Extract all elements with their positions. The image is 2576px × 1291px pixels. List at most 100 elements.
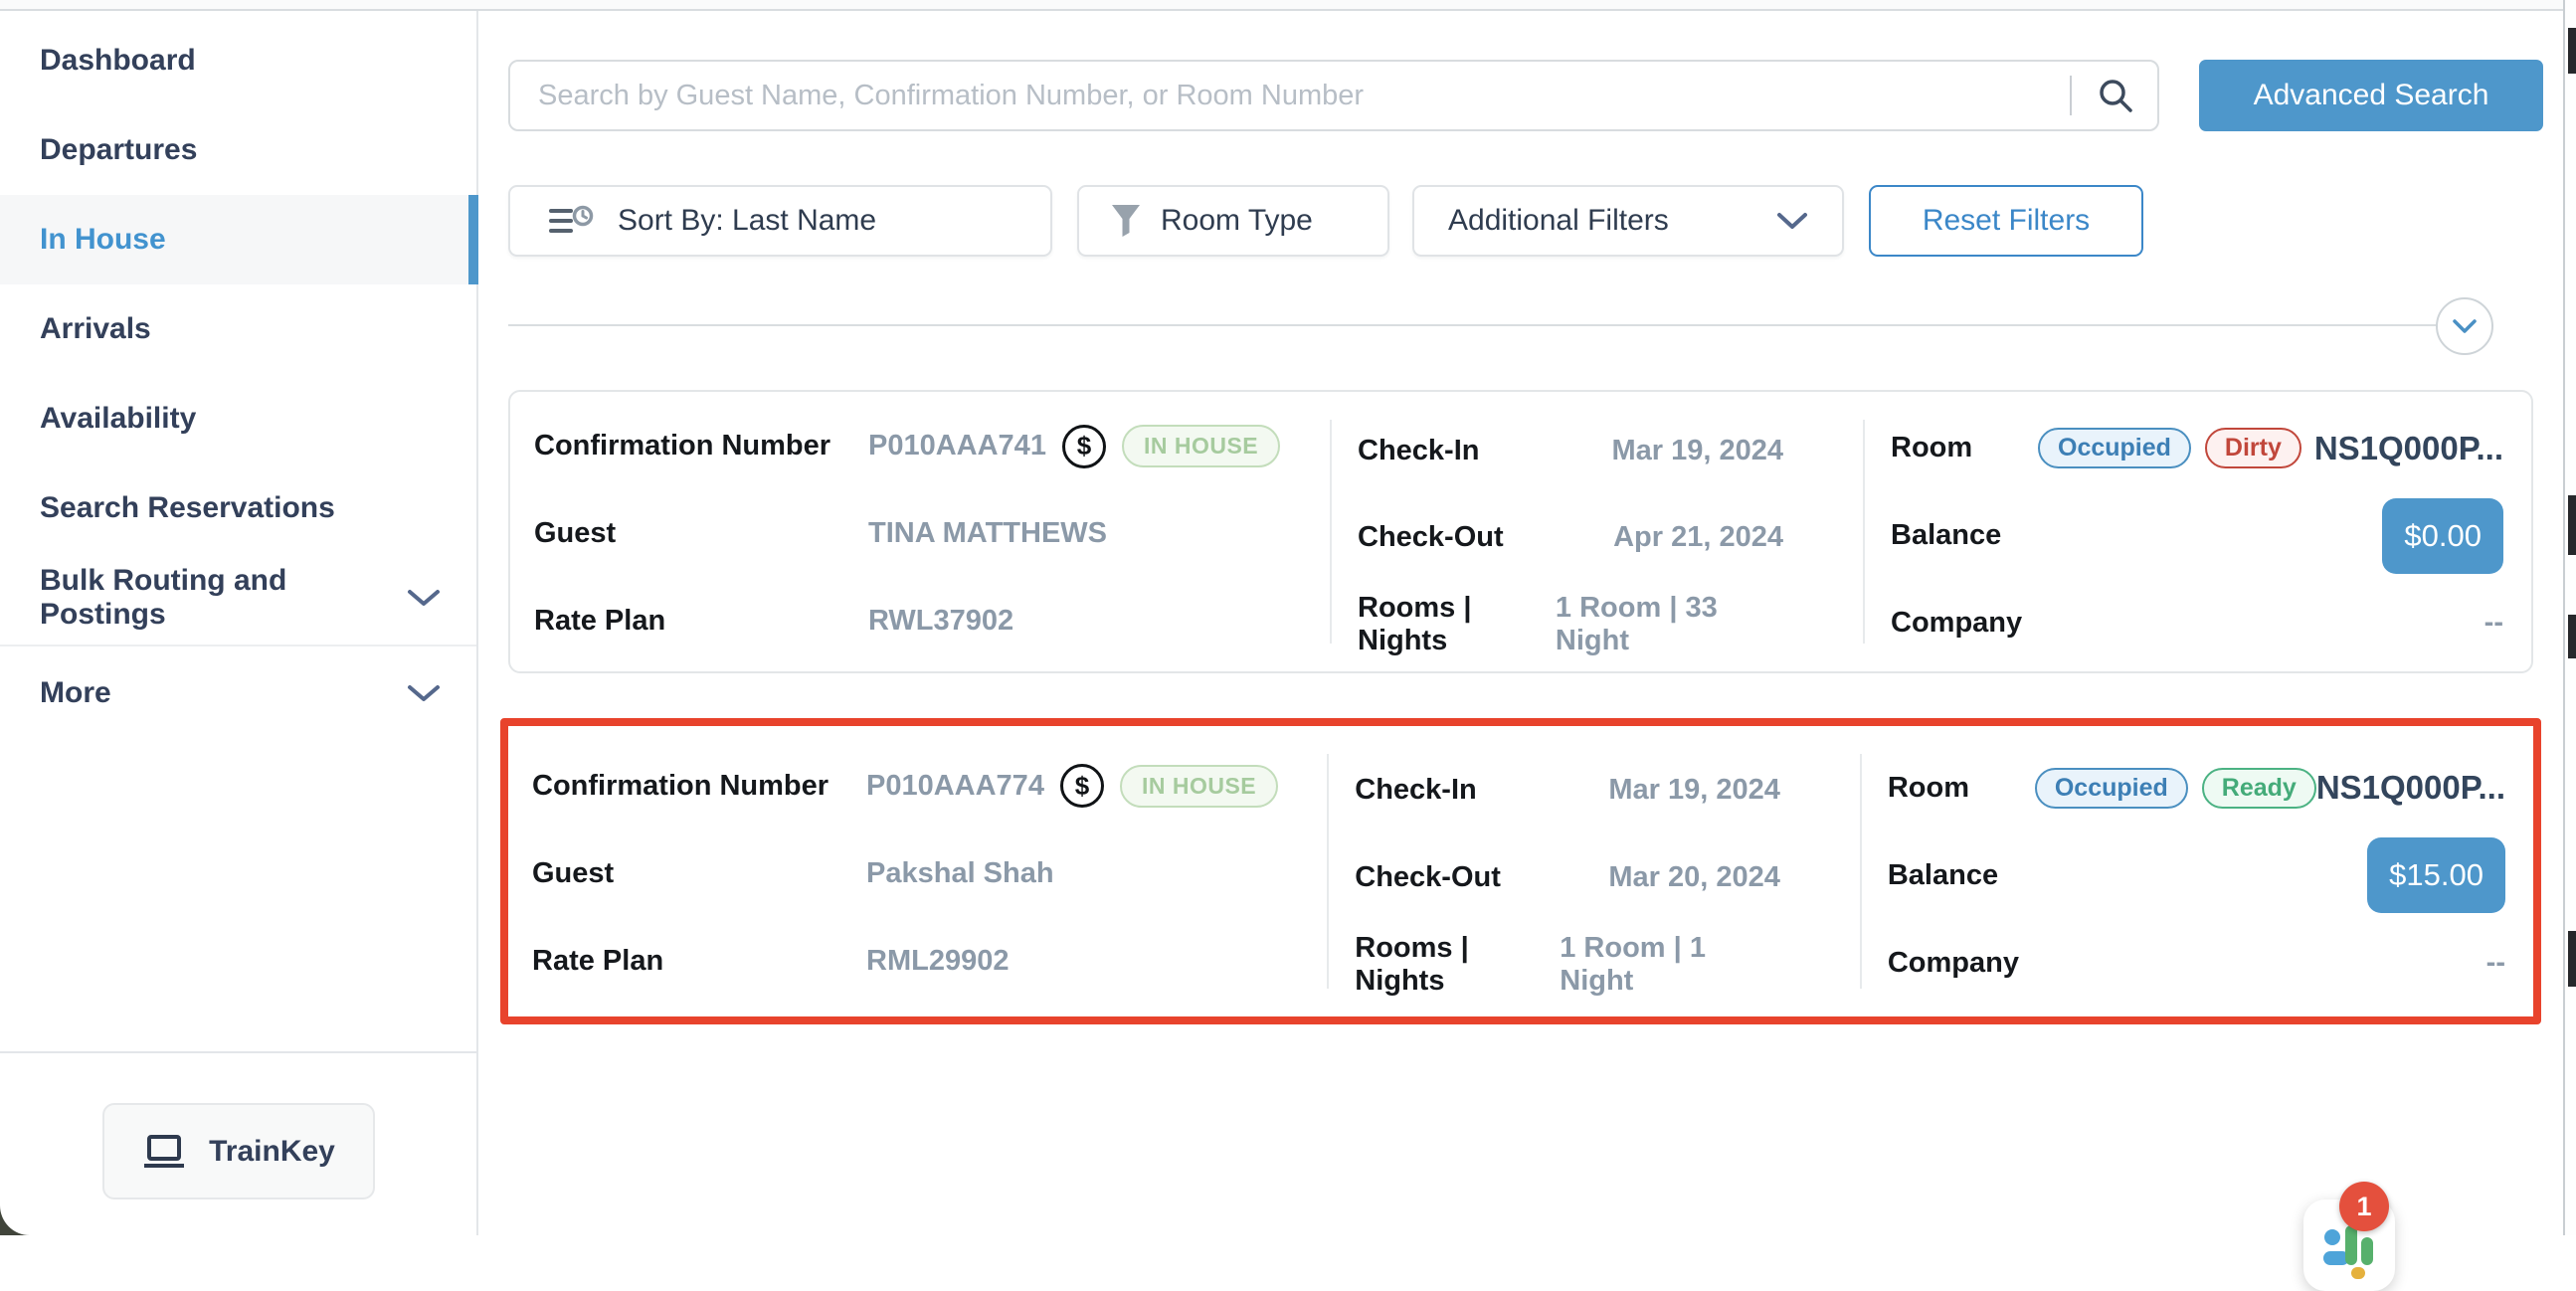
advanced-search-button[interactable]: Advanced Search [2199, 60, 2543, 131]
chevron-down-icon [407, 683, 441, 703]
card-room-column: Room Occupied Ready NS1Q000P... Balance … [1862, 726, 2533, 1016]
search-divider [2070, 76, 2072, 115]
room-type-dropdown[interactable]: Room Type [1077, 185, 1389, 257]
sort-by-dropdown[interactable]: Sort By: Last Name [508, 185, 1052, 257]
confirmation-number-value: P010AAA741 [868, 430, 1046, 462]
additional-filters-dropdown[interactable]: Additional Filters [1412, 185, 1844, 257]
room-label: Room [1888, 772, 2035, 805]
company-value: -- [2484, 607, 2503, 640]
additional-filters-label: Additional Filters [1448, 204, 1669, 238]
sidebar-item-label: Departures [40, 133, 197, 167]
sidebar-item-departures[interactable]: Departures [0, 105, 476, 195]
sidebar-item-availability[interactable]: Availability [0, 374, 476, 463]
card-room-column: Room Occupied Dirty NS1Q000P... Balance … [1865, 392, 2531, 671]
sidebar: Dashboard Departures In House Arrivals A… [0, 11, 478, 1235]
trainkey-button[interactable]: TrainKey [102, 1103, 375, 1199]
in-house-badge: IN HOUSE [1120, 765, 1278, 808]
window-top-border [0, 0, 2576, 11]
sidebar-footer: TrainKey [0, 1051, 476, 1235]
list-divider [508, 324, 2493, 326]
room-label: Room [1891, 432, 2038, 464]
sidebar-item-dashboard[interactable]: Dashboard [0, 16, 476, 105]
dollar-circle-icon[interactable]: $ [1060, 764, 1104, 808]
reset-filters-button[interactable]: Reset Filters [1869, 185, 2143, 257]
card-guest-column: Confirmation Number P010AAA741 $ IN HOUS… [510, 392, 1330, 671]
sidebar-item-label: Arrivals [40, 312, 151, 346]
rate-plan-label: Rate Plan [532, 945, 866, 978]
confirmation-number-label: Confirmation Number [534, 430, 868, 462]
room-number-value: NS1Q000P... [2314, 430, 2503, 467]
card-dates-column: Check-In Mar 19, 2024 Check-Out Apr 21, … [1332, 392, 1863, 671]
sidebar-item-label: Availability [40, 402, 196, 436]
chevron-down-icon [2453, 319, 2477, 333]
sidebar-item-in-house[interactable]: In House [0, 195, 476, 284]
filter-funnel-icon [1111, 204, 1141, 238]
rate-plan-value: RML29902 [866, 945, 1009, 978]
sidebar-item-more[interactable]: More [0, 648, 476, 738]
balance-button[interactable]: $0.00 [2382, 498, 2503, 574]
main-content: Advanced Search Sort By: Last Name Room [478, 11, 2576, 1235]
chat-notification-badge[interactable]: 1 [2339, 1182, 2389, 1231]
rooms-nights-label: Rooms | Nights [1358, 592, 1556, 657]
confirmation-number-label: Confirmation Number [532, 770, 866, 803]
trainkey-label: TrainKey [209, 1135, 335, 1169]
rate-plan-label: Rate Plan [534, 605, 868, 638]
room-status-badge: Occupied [2038, 428, 2191, 468]
sidebar-item-label: In House [40, 223, 166, 257]
room-status-badge: Occupied [2035, 768, 2188, 809]
sliver-fragment [2568, 495, 2576, 555]
rooms-nights-label: Rooms | Nights [1355, 932, 1560, 998]
sidebar-item-search-reservations[interactable]: Search Reservations [0, 463, 476, 553]
collapse-toggle-button[interactable] [2436, 297, 2493, 355]
dollar-circle-icon[interactable]: $ [1062, 425, 1106, 468]
search-icon[interactable] [2098, 78, 2133, 113]
rooms-nights-value: 1 Room | 1 Night [1560, 932, 1780, 998]
company-value: -- [2486, 947, 2505, 980]
in-house-badge: IN HOUSE [1122, 425, 1280, 467]
sidebar-item-arrivals[interactable]: Arrivals [0, 284, 476, 374]
search-row: Advanced Search [508, 60, 2543, 131]
reservation-card[interactable]: Confirmation Number P010AAA774 $ IN HOUS… [508, 726, 2533, 1016]
reservation-card[interactable]: Confirmation Number P010AAA741 $ IN HOUS… [508, 390, 2533, 673]
check-in-label: Check-In [1358, 435, 1479, 467]
filter-row: Sort By: Last Name Room Type Additional … [508, 185, 2143, 257]
guest-label: Guest [534, 517, 868, 550]
sidebar-item-label: Bulk Routing and Postings [40, 564, 389, 632]
sidebar-item-label: Search Reservations [40, 491, 335, 525]
window-corner-artifact [0, 1199, 46, 1235]
company-label: Company [1888, 947, 2035, 980]
balance-button[interactable]: $15.00 [2367, 837, 2505, 913]
search-input[interactable] [538, 80, 2060, 112]
sliver-fragment [2568, 28, 2576, 74]
app-layout: Dashboard Departures In House Arrivals A… [0, 11, 2576, 1235]
check-in-value: Mar 19, 2024 [1608, 774, 1780, 807]
room-type-label: Room Type [1161, 204, 1313, 238]
window-corner-mask [0, 1199, 46, 1235]
company-label: Company [1891, 607, 2038, 640]
check-out-label: Check-Out [1355, 861, 1501, 894]
laptop-icon [141, 1133, 187, 1171]
sidebar-item-bulk-routing-and-postings[interactable]: Bulk Routing and Postings [0, 553, 476, 643]
balance-label: Balance [1891, 519, 2038, 552]
check-in-label: Check-In [1355, 774, 1476, 807]
card-dates-column: Check-In Mar 19, 2024 Check-Out Mar 20, … [1329, 726, 1860, 1016]
rate-plan-value: RWL37902 [868, 605, 1013, 638]
check-out-value: Mar 20, 2024 [1608, 861, 1780, 894]
sidebar-nav: Dashboard Departures In House Arrivals A… [0, 11, 476, 738]
guest-value: TINA MATTHEWS [868, 517, 1107, 550]
sliver-fragment [2568, 931, 2576, 987]
window-edge-sliver [2563, 0, 2576, 1235]
chevron-down-icon [1776, 212, 1808, 230]
guest-label: Guest [532, 857, 866, 890]
card-guest-column: Confirmation Number P010AAA774 $ IN HOUS… [508, 726, 1327, 1016]
sort-icon [548, 204, 594, 238]
check-out-label: Check-Out [1358, 521, 1504, 554]
check-in-value: Mar 19, 2024 [1611, 435, 1783, 467]
sidebar-divider [0, 645, 476, 646]
balance-label: Balance [1888, 859, 2035, 892]
search-box [508, 60, 2159, 131]
guest-value: Pakshal Shah [866, 857, 1054, 890]
sliver-fragment [2568, 615, 2576, 658]
sidebar-item-label: More [40, 676, 111, 710]
room-number-value: NS1Q000P... [2316, 769, 2505, 807]
